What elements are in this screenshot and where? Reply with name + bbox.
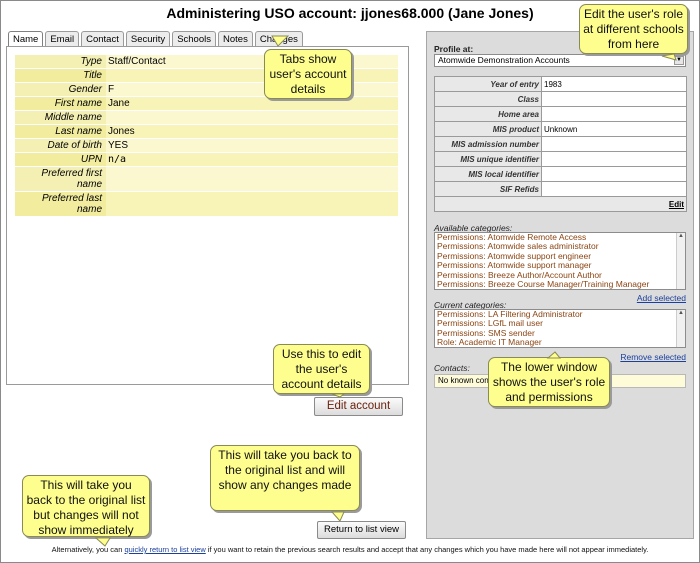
info-label: Home area <box>434 106 542 122</box>
edit-account-button[interactable]: Edit account <box>314 397 403 416</box>
chevron-down-icon[interactable]: ▼ <box>674 56 684 65</box>
info-row: Home area <box>434 106 687 122</box>
callout-edit-account: Use this to edit the user's account deta… <box>273 344 370 394</box>
info-row: MIS local identifier <box>434 166 687 182</box>
info-value: 1983 <box>541 76 687 92</box>
detail-row: Preferred last name <box>15 191 398 217</box>
info-label: SIF Refids <box>434 181 542 197</box>
info-label: MIS local identifier <box>434 166 542 182</box>
detail-row: Middle name <box>15 110 398 125</box>
detail-label: Preferred last name <box>15 191 106 217</box>
scroll-up-icon[interactable]: ▲ <box>677 310 685 316</box>
info-value <box>541 136 687 152</box>
detail-value: Staff/Contact <box>106 55 398 69</box>
info-label: MIS unique identifier <box>434 151 542 167</box>
callout-edit-role: Edit the user's role at different school… <box>579 4 688 54</box>
detail-value: Jane <box>106 96 398 111</box>
profile-info-table: Year of entry 1983 Class Home area MIS pr… <box>434 76 687 212</box>
tab-security[interactable]: Security <box>125 31 171 47</box>
detail-label: Gender <box>15 82 106 97</box>
detail-row: UPN n/a <box>15 152 398 167</box>
info-row: MIS product Unknown <box>434 121 687 137</box>
tab-notes[interactable]: Notes <box>218 31 253 47</box>
info-row: Class <box>434 91 687 107</box>
add-selected-link[interactable]: Add selected <box>637 293 686 303</box>
scroll-up-icon[interactable]: ▲ <box>677 233 685 239</box>
detail-row: Date of birth YES <box>15 138 398 153</box>
info-edit-row: Edit <box>434 196 687 212</box>
footer-note: Alternatively, you can quickly return to… <box>0 545 700 554</box>
info-label: MIS admission number <box>434 136 542 152</box>
edit-profile-link[interactable]: Edit <box>434 196 687 212</box>
info-value <box>541 91 687 107</box>
detail-row: Last name Jones <box>15 124 398 139</box>
footer-suffix: if you want to retain the previous searc… <box>205 545 649 554</box>
info-value <box>541 151 687 167</box>
tab-schools[interactable]: Schools <box>172 31 216 47</box>
info-value <box>541 166 687 182</box>
detail-label: UPN <box>15 152 106 167</box>
callout-quick-return: This will take you back to the original … <box>22 475 150 537</box>
callout-return-list: This will take you back to the original … <box>210 445 360 511</box>
detail-label: Last name <box>15 124 106 139</box>
quick-return-link[interactable]: quickly return to list view <box>124 545 205 554</box>
profile-panel: Profile at: Atomwide Demonstration Accou… <box>426 31 694 539</box>
callout-tabs: Tabs show user's account details <box>264 49 352 99</box>
detail-label: Preferred first name <box>15 166 106 192</box>
detail-value <box>106 68 398 83</box>
info-row: MIS unique identifier <box>434 151 687 167</box>
detail-value: Jones <box>106 124 398 139</box>
detail-label: Type <box>15 55 106 69</box>
detail-value: F <box>106 82 398 97</box>
footer-prefix: Alternatively, you can <box>51 545 125 554</box>
detail-label: Middle name <box>15 110 106 125</box>
return-to-list-button[interactable]: Return to list view <box>317 521 406 539</box>
tab-bar: Name Email Contact Security Schools Note… <box>8 31 305 48</box>
callout-lower-window: The lower window shows the user's role a… <box>488 357 610 407</box>
profile-label: Profile at: <box>434 44 474 54</box>
current-categories-list[interactable]: Permissions: LA Filtering Administrator … <box>434 309 686 348</box>
tab-email[interactable]: Email <box>45 31 80 47</box>
detail-label: Date of birth <box>15 138 106 153</box>
profile-select[interactable]: Atomwide Demonstration Accounts ▼ <box>434 54 686 67</box>
detail-value <box>106 110 398 125</box>
available-categories-list[interactable]: Permissions: Atomwide Remote Access Perm… <box>434 232 686 290</box>
list-item[interactable]: Role: Academic IT Manager <box>435 337 685 347</box>
remove-selected-link[interactable]: Remove selected <box>620 352 686 362</box>
list-item[interactable]: Permissions: Breeze Course Manager/Train… <box>435 279 685 289</box>
info-value <box>541 106 687 122</box>
tab-contact[interactable]: Contact <box>81 31 124 47</box>
profile-select-value: Atomwide Demonstration Accounts <box>438 55 570 65</box>
info-label: Year of entry <box>434 76 542 92</box>
detail-value: YES <box>106 138 398 153</box>
info-row: SIF Refids <box>434 181 687 197</box>
detail-value <box>106 166 398 192</box>
detail-value: n/a <box>106 152 398 167</box>
detail-label: First name <box>15 96 106 111</box>
info-value: Unknown <box>541 121 687 137</box>
info-value <box>541 181 687 197</box>
scrollbar[interactable]: ▲ <box>676 233 685 289</box>
info-label: Class <box>434 91 542 107</box>
scrollbar[interactable]: ▲ <box>676 310 685 347</box>
info-label: MIS product <box>434 121 542 137</box>
contacts-label: Contacts: <box>434 363 470 373</box>
info-row: Year of entry 1983 <box>434 76 687 92</box>
tab-changes[interactable]: Changes <box>254 31 303 47</box>
detail-value <box>106 191 398 217</box>
info-row: MIS admission number <box>434 136 687 152</box>
detail-row: Preferred first name <box>15 166 398 192</box>
detail-label: Title <box>15 68 106 83</box>
